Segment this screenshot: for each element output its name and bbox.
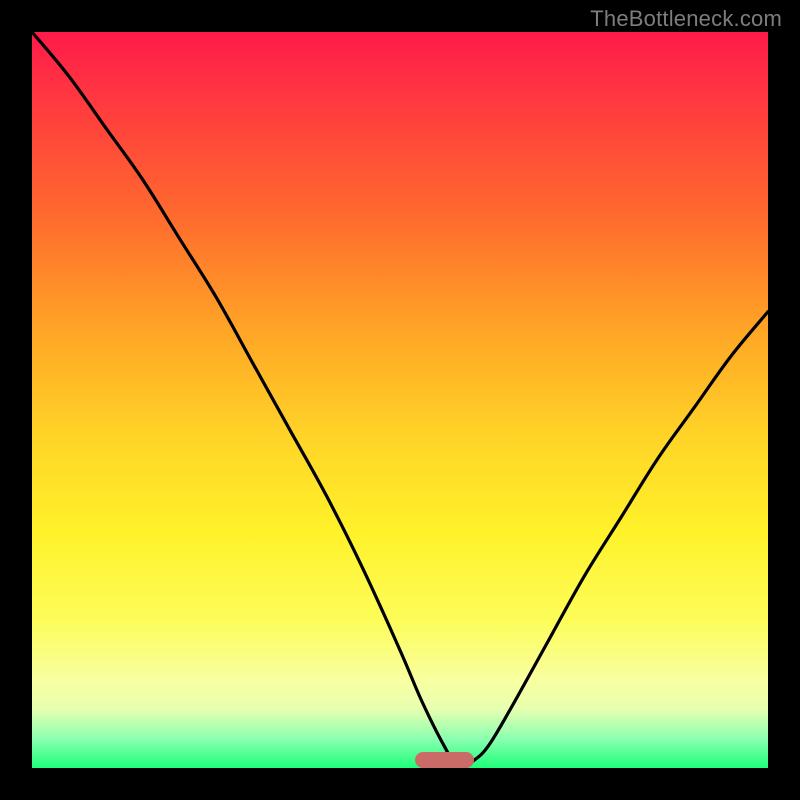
chart-frame: TheBottleneck.com bbox=[0, 0, 800, 800]
bottleneck-curve bbox=[32, 32, 768, 768]
curve-layer bbox=[32, 32, 768, 768]
optimal-marker bbox=[415, 752, 474, 768]
watermark-text: TheBottleneck.com bbox=[590, 6, 782, 32]
